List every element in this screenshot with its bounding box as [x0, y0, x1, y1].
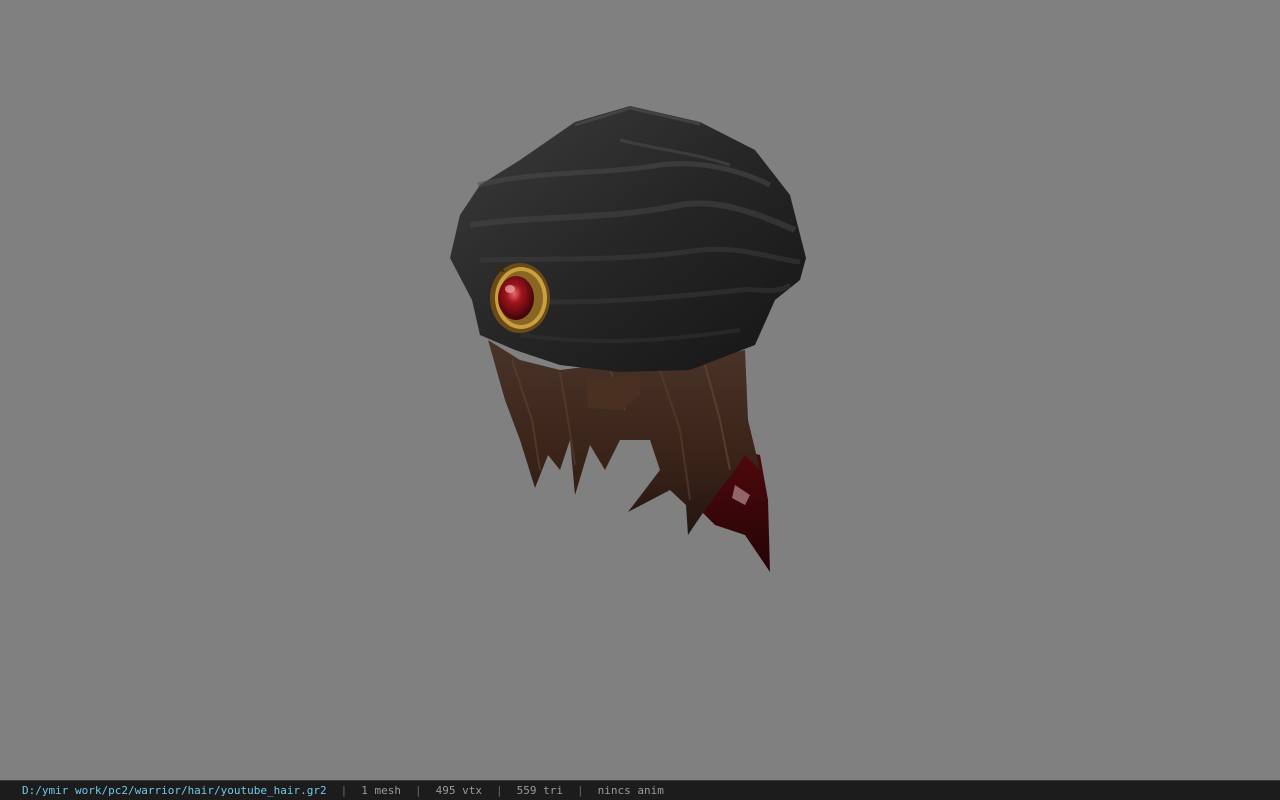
status-bar: D:/ymir work/pc2/warrior/hair/youtube_ha…: [0, 780, 1280, 800]
mesh-count: 1 mesh: [361, 784, 402, 797]
hair-model-render[interactable]: [0, 0, 1280, 780]
animation-status: nincs anim: [597, 784, 664, 797]
vertex-count: 495 vtx: [435, 784, 482, 797]
triangle-count: 559 tri: [516, 784, 563, 797]
separator: |: [576, 784, 584, 797]
separator: |: [340, 784, 348, 797]
3d-viewport[interactable]: [0, 0, 1280, 780]
separator: |: [496, 784, 503, 797]
separator: |: [415, 784, 422, 797]
file-path: D:/ymir work/pc2/warrior/hair/youtube_ha…: [22, 784, 327, 797]
gem-ornament-shape: [490, 263, 550, 333]
turban-cap-shape: [450, 106, 806, 372]
